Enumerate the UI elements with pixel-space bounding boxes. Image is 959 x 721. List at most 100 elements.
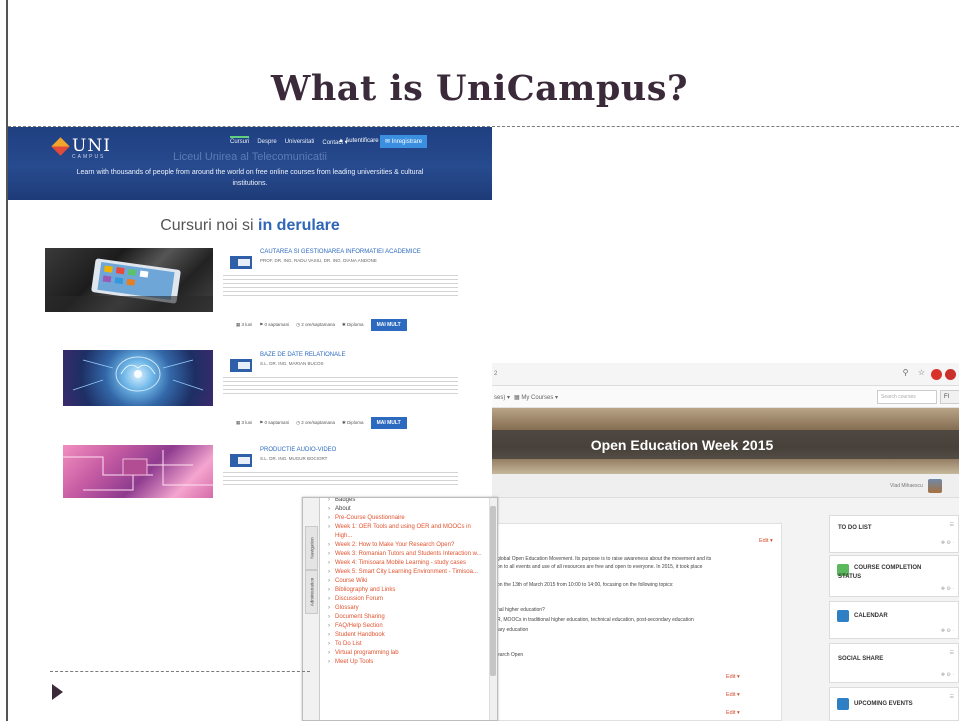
- course-image-brain[interactable]: [63, 350, 213, 406]
- site-menu-bar: ses) ▾ ▦ My Courses ▾ Search courses Fl: [492, 386, 959, 408]
- brain-illustration-icon: [72, 356, 204, 392]
- register-button[interactable]: ✉ Inregistrare: [380, 135, 428, 148]
- edit-menu[interactable]: Edit ▾: [726, 674, 740, 680]
- nav-item[interactable]: Meet Up Tools: [327, 658, 487, 667]
- block-upcoming-events: UPCOMING EVENTS ☰: [829, 687, 959, 721]
- course-card: CAUTAREA SI GESTIONAREA INFORMATIEI ACAD…: [8, 245, 492, 355]
- top-nav: Cursuri Despre Universitati Contact ▾: [230, 136, 348, 146]
- avatar[interactable]: [928, 479, 942, 493]
- course-card: PRODUCTIE AUDIO-VIDEO S.L. DR. ING. MUGU…: [8, 442, 492, 498]
- course-logo-icon: [230, 256, 252, 269]
- block-settings-icon[interactable]: ☰: [950, 522, 954, 528]
- nav-side-tabs: Navigation Administration: [303, 498, 320, 720]
- course-title[interactable]: CAUTAREA SI GESTIONAREA INFORMATIEI ACAD…: [260, 249, 421, 255]
- course-banner: Open Education Week 2015: [492, 408, 959, 474]
- block-course-completion: COURSE COMPLETION STATUS ✥ ⚙ ·: [829, 555, 959, 597]
- nav-item[interactable]: Badges: [327, 498, 487, 505]
- nav-item[interactable]: Glossary: [327, 604, 487, 613]
- block-social-share: SOCIAL SHARE ☰ ✥ ⚙ ·: [829, 643, 959, 683]
- nav-scrollbar[interactable]: [489, 498, 497, 720]
- course-description: [223, 273, 458, 315]
- nav-item[interactable]: Week 5: Smart City Learning Environment …: [327, 568, 487, 577]
- block-move-icon[interactable]: ✥ ⚙ ·: [941, 672, 954, 678]
- nav-list: Badges About Pre-Course Questionnaire We…: [327, 498, 487, 667]
- block-todo: TO DO LIST ☰ ✥ ⚙ ·: [829, 515, 959, 553]
- menu-my-courses[interactable]: ▦ My Courses ▾: [514, 394, 558, 401]
- stop-icon[interactable]: [931, 368, 942, 380]
- course-title[interactable]: PRODUCTIE AUDIO-VIDEO: [260, 447, 336, 453]
- block-calendar: CALENDAR ✥ ⚙ ·: [829, 601, 959, 639]
- circuit-illustration-icon: [63, 450, 213, 491]
- login-button[interactable]: ▲ Autentificare: [338, 138, 379, 144]
- footer-divider: [50, 671, 310, 672]
- block-move-icon[interactable]: ✥ ⚙ ·: [941, 540, 954, 546]
- addon-icon[interactable]: [945, 368, 956, 380]
- course-content: Edit ▾ global Open Education Movement. I…: [492, 523, 782, 721]
- block-settings-icon[interactable]: ☰: [950, 650, 954, 656]
- nav-cursuri[interactable]: Cursuri: [230, 136, 250, 146]
- tab-navigation[interactable]: Navigation: [305, 526, 318, 570]
- nav-item[interactable]: Discussion Forum: [327, 595, 487, 604]
- course-authors: PROF. DR. ING. RADU VASIU, DR. ING. DIAN…: [260, 258, 377, 263]
- star-icon[interactable]: ☆: [915, 368, 928, 380]
- moodle-screenshot: 2 ⚲ ☆ ses) ▾ ▦ My Courses ▾ Search cours…: [492, 363, 959, 721]
- tab-administration[interactable]: Administration: [305, 570, 318, 614]
- hero-tagline: Learn with thousands of people from arou…: [76, 169, 424, 187]
- nav-item[interactable]: Pre-Course Questionnaire: [327, 514, 487, 523]
- course-logo-icon: [230, 454, 252, 467]
- browser-address-bar[interactable]: 2 ⚲ ☆: [492, 363, 959, 386]
- menu-courses[interactable]: ses) ▾: [494, 394, 510, 401]
- calendar-icon: [837, 610, 849, 622]
- user-bar: Vlad Mihaescu: [492, 474, 959, 498]
- section-title-highlight: in derulare: [258, 217, 340, 234]
- nav-item[interactable]: Bibliography and Links: [327, 586, 487, 595]
- nav-item[interactable]: Week 4: Timisoara Mobile Learning - stud…: [327, 559, 487, 568]
- course-description: [223, 470, 458, 498]
- course-authors: S.L. DR. ING. MARIAN BUCOS: [260, 361, 324, 366]
- more-button[interactable]: MAI MULT: [370, 417, 407, 429]
- hero-banner: UNI CAMPUS Cursuri Despre Universitati C…: [8, 127, 492, 200]
- nav-item[interactable]: Course Wiki: [327, 577, 487, 586]
- zoom-icon[interactable]: ⚲: [899, 368, 912, 380]
- course-image-circuit[interactable]: [63, 445, 213, 498]
- edit-menu[interactable]: Edit ▾: [726, 710, 740, 716]
- nav-despre[interactable]: Despre: [257, 139, 276, 146]
- nav-item[interactable]: To Do List: [327, 640, 487, 649]
- hero-faded-heading: Liceul Unirea al Telecomunicatii: [173, 151, 327, 163]
- nav-scroll-thumb[interactable]: [490, 506, 496, 676]
- search-courses-input[interactable]: Search courses: [877, 390, 937, 404]
- slide-title: What is UniCampus?: [271, 68, 688, 109]
- block-move-icon[interactable]: ✥ ⚙ ·: [941, 628, 954, 634]
- slide-bullet-icon: [52, 684, 63, 700]
- nav-item[interactable]: Virtual programming lab: [327, 649, 487, 658]
- nav-universitati[interactable]: Universitati: [285, 139, 315, 146]
- block-settings-icon[interactable]: ☰: [950, 694, 954, 700]
- edit-menu[interactable]: Edit ▾: [759, 538, 773, 544]
- more-button[interactable]: MAI MULT: [370, 319, 407, 331]
- browser-toolbar-icons: ⚲ ☆: [899, 368, 956, 380]
- language-button[interactable]: Fl: [940, 390, 959, 404]
- events-icon: [837, 698, 849, 710]
- nav-item[interactable]: Document Sharing: [327, 613, 487, 622]
- course-meta: ▦ 3 luni ⚑ 0 saptamani ◷ 2 ore/saptamana…: [236, 319, 407, 331]
- nav-item[interactable]: Week 3: Romanian Tutors and Students Int…: [327, 550, 487, 559]
- nav-item[interactable]: Week 1: OER Tools and using OER and MOOC…: [327, 523, 487, 541]
- phone-illustration-icon: [45, 258, 213, 312]
- course-logo-icon: [230, 359, 252, 372]
- section-title: Cursuri noi si in derulare: [160, 217, 340, 234]
- course-image-phone[interactable]: [45, 248, 213, 312]
- block-move-icon[interactable]: ✥ ⚙ ·: [941, 586, 954, 592]
- nav-item[interactable]: About: [327, 505, 487, 514]
- nav-item[interactable]: Student Handbook: [327, 631, 487, 640]
- unicampus-screenshot: UNI CAMPUS Cursuri Despre Universitati C…: [8, 127, 492, 498]
- course-title[interactable]: BAZE DE DATE RELATIONALE: [260, 352, 345, 358]
- nav-item[interactable]: FAQ/Help Section: [327, 622, 487, 631]
- navigation-panel: Navigation Administration Badges About P…: [302, 497, 498, 721]
- edit-menu[interactable]: Edit ▾: [726, 692, 740, 698]
- course-card: BAZE DE DATE RELATIONALE S.L. DR. ING. M…: [8, 347, 492, 442]
- banner-title: Open Education Week 2015: [590, 437, 774, 453]
- user-name[interactable]: Vlad Mihaescu: [890, 483, 923, 489]
- nav-item[interactable]: Week 2: How to Make Your Research Open?: [327, 541, 487, 550]
- course-authors: S.L. DR. ING. MUGUR BOCIORT: [260, 456, 328, 461]
- course-description: [223, 375, 458, 413]
